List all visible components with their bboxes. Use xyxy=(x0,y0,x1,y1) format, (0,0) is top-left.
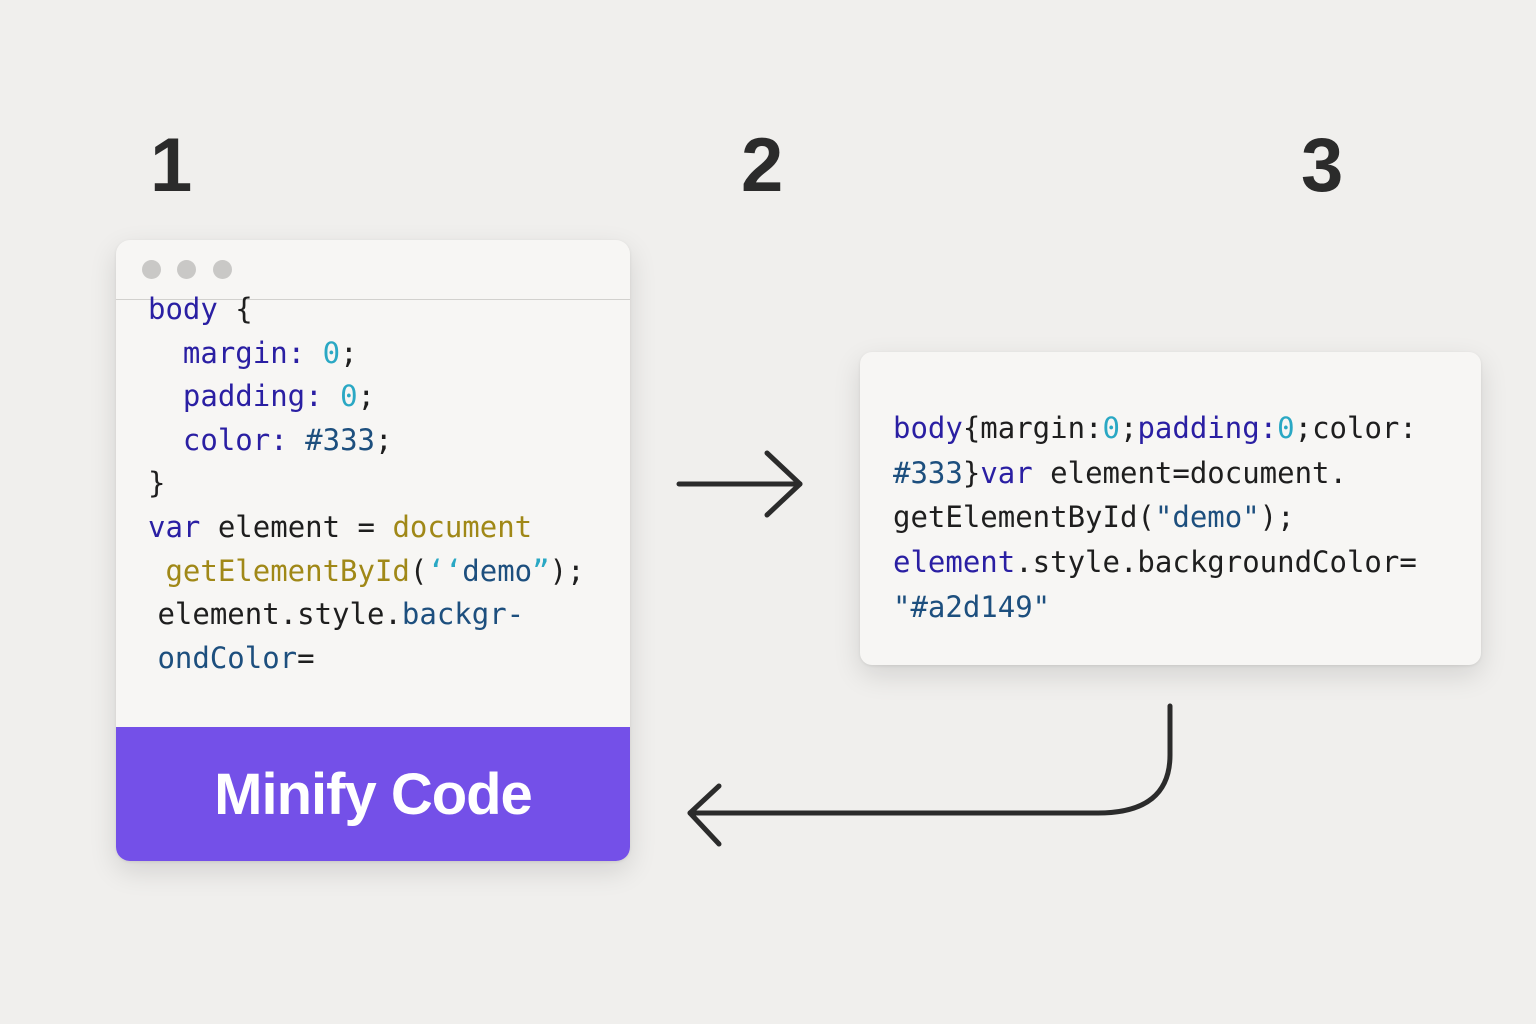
code-token: 0 xyxy=(1277,411,1295,445)
arrow-right-icon xyxy=(676,450,803,518)
code-token: "#a2d149" xyxy=(893,589,1051,624)
output-code-line: #333}var element=document. xyxy=(893,455,1347,490)
code-token: .style.backgroundColor= xyxy=(1015,545,1417,580)
code-token: ); xyxy=(1259,500,1295,535)
code-token: 0 xyxy=(1102,411,1120,445)
code-token: #333 xyxy=(893,455,963,490)
code-token: "demo" xyxy=(1154,500,1260,535)
output-code-line: body{margin:0;padding:0;color: xyxy=(893,414,1417,443)
output-code-line: "#a2d149" xyxy=(893,589,1051,624)
code-token: ;color: xyxy=(1294,411,1417,445)
code-token: element xyxy=(893,545,1016,580)
minified-output-card: body{margin:0;padding:0;color: #333}var e… xyxy=(860,352,1481,665)
output-code-line: getElementById("demo"); xyxy=(893,503,1295,532)
code-token: element=document. xyxy=(1032,455,1347,490)
code-token: getElementById( xyxy=(893,500,1155,535)
code-token: } xyxy=(962,455,981,490)
code-token: padding: xyxy=(1137,411,1278,445)
code-token: ; xyxy=(1120,411,1138,445)
output-code-line: element.style.backgroundColor= xyxy=(893,548,1417,577)
code-token: {margin: xyxy=(962,411,1103,445)
curved-return-arrow-icon xyxy=(687,703,1173,847)
code-token: body xyxy=(893,411,963,445)
code-token: var xyxy=(980,455,1033,490)
